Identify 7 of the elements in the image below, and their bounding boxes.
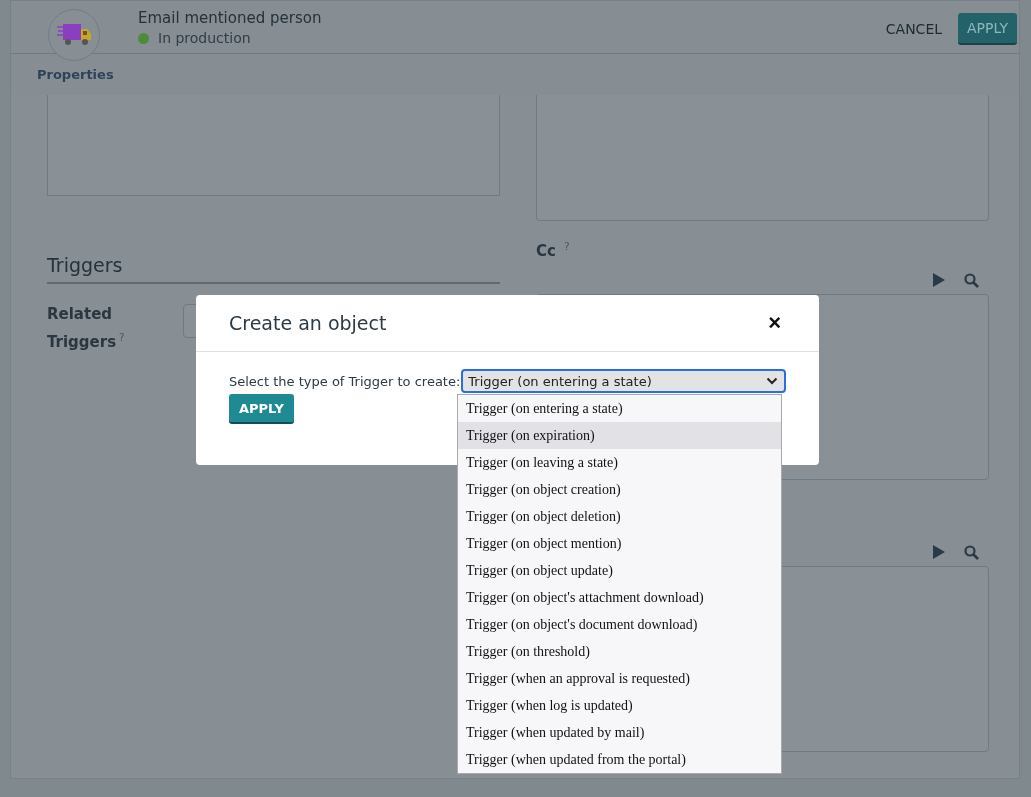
section-heading: Triggers (47, 254, 500, 284)
field-label: Related Triggers $^{?}$ (47, 304, 126, 353)
status-label: In production (158, 30, 251, 46)
field-label: Cc $^{?}$ (536, 241, 571, 260)
record-title: Email mentioned person (138, 9, 322, 27)
dialog-title: Create an object (229, 312, 387, 334)
prompt-label: Select the type of Trigger to create: (229, 373, 461, 389)
